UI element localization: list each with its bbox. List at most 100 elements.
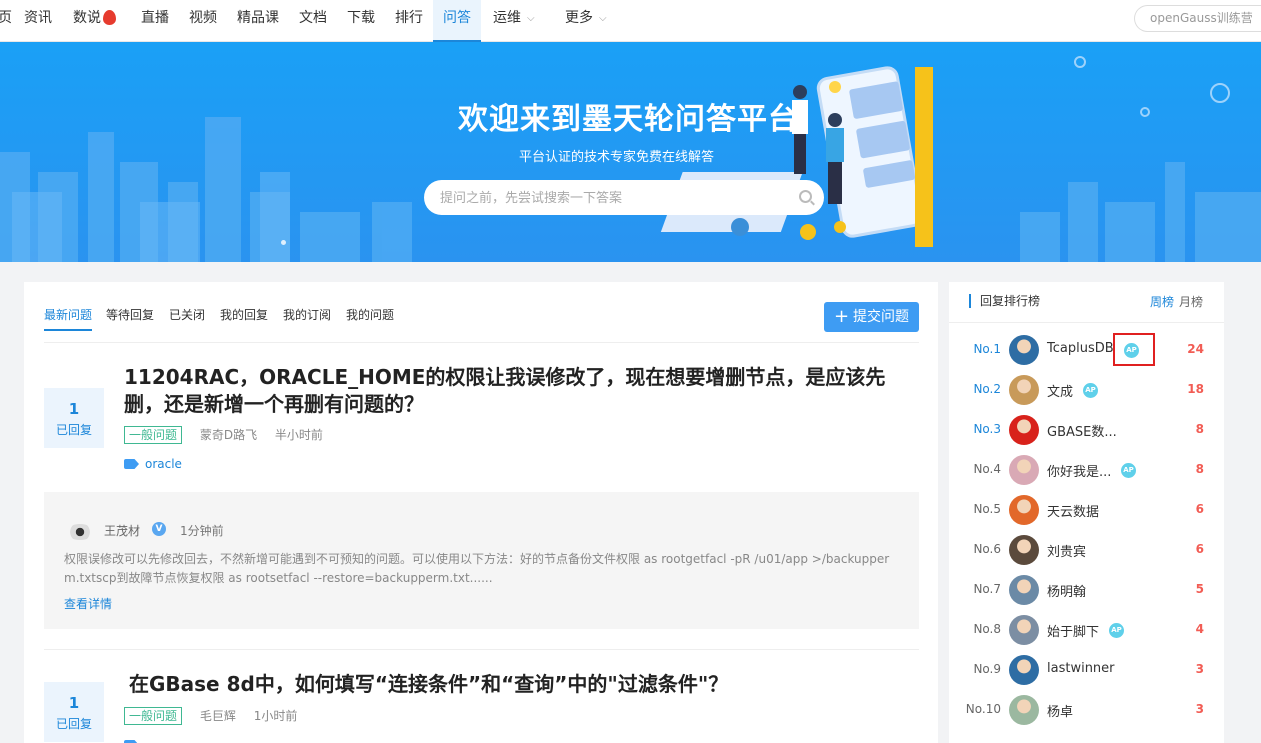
question-list-card: 最新问题 等待回复 已关闭 我的回复 我的订阅 我的问题 + 提交问题 1 已回复… (24, 282, 938, 743)
avatar[interactable] (1009, 495, 1039, 525)
leaderboard-row[interactable]: No.3 GBASE数... 8 (949, 414, 1224, 446)
avatar[interactable] (1009, 535, 1039, 565)
avatar[interactable] (1009, 375, 1039, 405)
question-author[interactable]: 毛巨辉 (200, 709, 236, 723)
leaderboard-row[interactable]: No.10 杨卓 3 (949, 694, 1224, 726)
leaderboard-row[interactable]: No.5 天云数据 6 (949, 494, 1224, 526)
nav-item[interactable]: 排行 (395, 0, 423, 42)
latest-answer: 王茂材 V 1分钟前 权限误修改可以先修改回去，不然新增可能遇到不可预知的问题。… (44, 492, 919, 629)
chevron-down-icon: ⌵ (599, 13, 607, 24)
avatar[interactable] (1009, 615, 1039, 645)
leaderboard-row[interactable]: No.2 文成 AP 18 (949, 374, 1224, 406)
leaderboard-title: 回复排行榜 (969, 294, 1040, 308)
rank-number: No.10 (965, 702, 1001, 716)
divider (44, 342, 919, 343)
opengauss-training-button[interactable]: openGauss训练营 (1134, 5, 1261, 32)
user-name[interactable]: GBASE数... (1047, 421, 1117, 440)
tab-my-questions[interactable]: 我的问题 (346, 306, 394, 329)
nav-item[interactable]: 下载 (347, 0, 375, 42)
avatar[interactable] (66, 524, 94, 540)
question-author[interactable]: 蒙奇D路飞 (200, 428, 257, 442)
avatar[interactable] (1009, 415, 1039, 445)
question-title[interactable]: 在GBase 8d中，如何填写“连接条件”和“查询”中的"过滤条件"？ (129, 671, 919, 698)
search-input[interactable] (440, 180, 780, 215)
rank-number: No.3 (973, 422, 1001, 436)
search-box (424, 180, 824, 215)
reply-count: 6 (1195, 542, 1204, 556)
user-name[interactable]: 刘贵宾 (1047, 541, 1086, 560)
leaderboard-row[interactable]: No.8 始于脚下 AP 4 (949, 614, 1224, 646)
hot-icon (102, 10, 116, 54)
nav-item[interactable]: 资讯 (24, 0, 52, 42)
nav-item[interactable]: 问答 (433, 0, 481, 42)
leaderboard-row[interactable]: No.1 TcaplusDB AP 24 (949, 334, 1224, 366)
top-nav: 页资讯数说直播视频精品课文档下载排行问答运维⌵ 更多⌵ openGauss训练营 (0, 0, 1261, 54)
tab-closed[interactable]: 已关闭 (169, 306, 205, 329)
avatar[interactable] (1009, 335, 1039, 365)
reply-count: 24 (1187, 342, 1204, 356)
topic-tag[interactable] (124, 738, 145, 743)
user-name[interactable]: lastwinner (1047, 661, 1115, 676)
banner-subtitle: 平台认证的技术专家免费在线解答 (519, 150, 715, 165)
leaderboard-row[interactable]: No.9 lastwinner 3 (949, 654, 1224, 686)
answer-excerpt: 权限误修改可以先修改回去，不然新增可能遇到不可预知的问题。可以使用以下方法：好的… (64, 552, 890, 585)
nav-item[interactable]: 视频 (189, 0, 217, 42)
tab-monthly[interactable]: 月榜 (1179, 293, 1203, 310)
user-name[interactable]: 杨明翰 (1047, 581, 1086, 600)
tab-my-replies[interactable]: 我的回复 (220, 306, 268, 329)
nav-item[interactable]: 页 (0, 0, 12, 42)
answer-time: 1分钟前 (180, 524, 224, 538)
tab-awaiting[interactable]: 等待回复 (106, 306, 154, 329)
rank-number: No.6 (973, 542, 1001, 556)
nav-item[interactable]: 精品课 (237, 0, 279, 42)
view-details-link[interactable]: 查看详情 (64, 595, 112, 612)
avatar[interactable] (1009, 695, 1039, 725)
question-time: 半小时前 (274, 428, 323, 442)
search-icon[interactable] (799, 190, 812, 203)
submit-question-button[interactable]: + 提交问题 (824, 302, 919, 332)
avatar[interactable] (1009, 575, 1039, 605)
leaderboard-row[interactable]: No.7 杨明翰 5 (949, 574, 1224, 606)
nav-item[interactable]: 直播 (141, 0, 169, 42)
user-name[interactable]: TcaplusDB (1047, 341, 1114, 356)
rank-number: No.8 (973, 622, 1001, 636)
rank-number: No.2 (973, 382, 1001, 396)
ap-badge-icon: AP (1083, 383, 1098, 398)
question-meta: 一般问题 毛巨辉 1小时前 (124, 707, 297, 725)
user-name[interactable]: 杨卓 (1047, 701, 1073, 720)
tab-weekly[interactable]: 周榜 (1150, 293, 1174, 310)
topic-tag[interactable]: oracle (124, 457, 182, 471)
tab-latest[interactable]: 最新问题 (44, 306, 93, 331)
question-type-tag[interactable]: 一般问题 (124, 707, 183, 725)
answer-author[interactable]: 王茂材 (104, 522, 140, 539)
reply-count: 4 (1195, 622, 1204, 636)
question-meta: 一般问题 蒙奇D路飞 半小时前 (124, 426, 323, 444)
user-name[interactable]: 始于脚下 (1047, 621, 1099, 640)
question-title[interactable]: 11204RAC，ORACLE_HOME的权限让我误修改了，现在想要增删节点，是… (124, 364, 914, 418)
question-type-tag[interactable]: 一般问题 (124, 426, 183, 444)
divider (44, 649, 919, 650)
nav-item[interactable]: 数说 (73, 0, 116, 54)
avatar[interactable] (1009, 455, 1039, 485)
hero-banner: 欢迎来到墨天轮问答平台 平台认证的技术专家免费在线解答 (0, 42, 1261, 262)
reply-count: 8 (1195, 462, 1204, 476)
rank-number: No.1 (973, 342, 1001, 356)
nav-item[interactable]: 文档 (299, 0, 327, 42)
nav-item[interactable]: 更多 ⌵ (565, 0, 607, 42)
reply-count: 3 (1195, 662, 1204, 676)
user-name[interactable]: 天云数据 (1047, 501, 1099, 520)
avatar[interactable] (1009, 655, 1039, 685)
carousel-dot[interactable] (281, 240, 286, 245)
leaderboard-row[interactable]: No.6 刘贵宾 6 (949, 534, 1224, 566)
user-name[interactable]: 文成 (1047, 381, 1073, 400)
chevron-down-icon: ⌵ (527, 13, 535, 24)
nav-item[interactable]: 运维 ⌵ (493, 0, 535, 42)
tab-my-subscriptions[interactable]: 我的订阅 (283, 306, 331, 329)
rank-number: No.9 (973, 662, 1001, 676)
leaderboard-row[interactable]: No.4 你好我是... AP 8 (949, 454, 1224, 486)
reply-count: 5 (1195, 582, 1204, 596)
banner-title: 欢迎来到墨天轮问答平台 (458, 102, 799, 137)
user-name[interactable]: 你好我是... (1047, 461, 1111, 480)
verified-icon: V (152, 522, 166, 536)
answer-count-box: 1 已回复 (44, 682, 104, 742)
